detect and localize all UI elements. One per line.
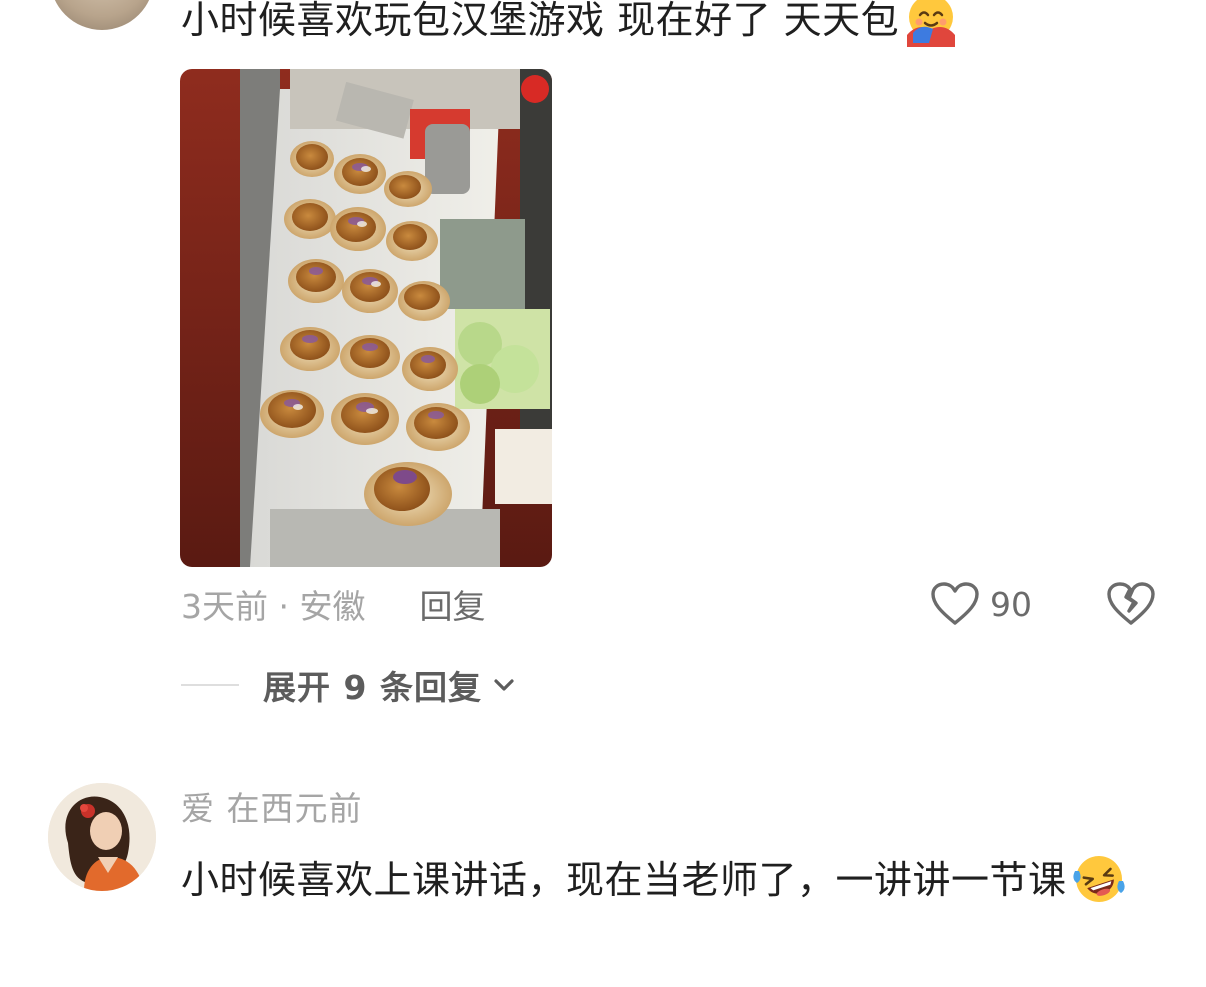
expand-replies-button[interactable]: 展开 9 条回复 bbox=[181, 660, 518, 710]
avatar-illustration bbox=[48, 783, 156, 891]
heart-icon bbox=[931, 582, 979, 625]
comment-body-2: 小时候喜欢上课讲话，现在当老师了，一讲讲一节课 bbox=[181, 858, 1067, 902]
comment-body: 小时候喜欢玩包汉堡游戏 现在好了 天天包 bbox=[181, 0, 900, 42]
rolling-laughing-emoji bbox=[1072, 855, 1125, 902]
commenter-avatar-2[interactable] bbox=[48, 783, 156, 891]
reply-button[interactable]: 回复 bbox=[419, 580, 485, 628]
commenter-username[interactable]: 爱 在西元前 bbox=[181, 786, 363, 832]
dislike-button[interactable] bbox=[1105, 578, 1157, 630]
expand-replies-label: 展开 9 条回复 bbox=[263, 668, 482, 707]
comment-text-2: 小时候喜欢上课讲话，现在当老师了，一讲讲一节课 bbox=[181, 848, 1171, 912]
commenter-avatar[interactable] bbox=[50, 0, 154, 30]
timestamp-location: 3天前 · 安徽 bbox=[181, 587, 366, 626]
divider-line bbox=[181, 684, 239, 686]
hugging-face-emoji bbox=[907, 0, 956, 47]
like-count: 90 bbox=[990, 584, 1032, 624]
comment-photo[interactable] bbox=[180, 69, 552, 567]
broken-heart-icon bbox=[1107, 582, 1155, 625]
burger-assembly-photo bbox=[180, 69, 552, 567]
like-button[interactable]: 90 bbox=[930, 578, 1032, 630]
comment-text: 小时候喜欢玩包汉堡游戏 现在好了 天天包 bbox=[181, 0, 959, 52]
comment-meta: 3天前 · 安徽 回复 bbox=[181, 580, 485, 628]
chevron-down-icon bbox=[494, 679, 514, 691]
